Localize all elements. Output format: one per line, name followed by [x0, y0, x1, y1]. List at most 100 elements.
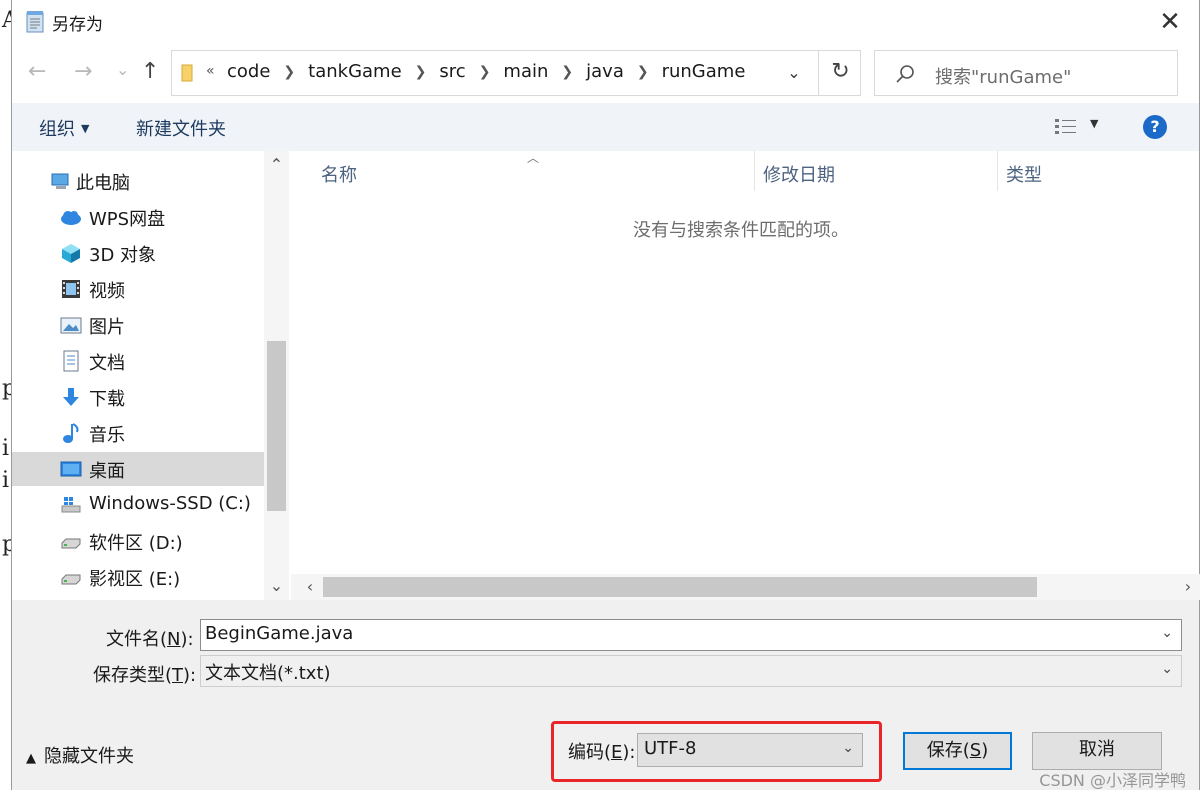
column-divider[interactable] — [997, 151, 998, 191]
breadcrumb-item[interactable]: tankGame — [308, 61, 402, 82]
save-button[interactable]: 保存(S) — [903, 732, 1012, 770]
forward-arrow-icon[interactable]: → — [74, 59, 92, 84]
hide-folders-toggle[interactable]: ▲ 隐藏文件夹 — [26, 742, 134, 768]
help-icon[interactable]: ? — [1143, 115, 1167, 139]
new-folder-button[interactable]: 新建文件夹 — [136, 115, 226, 141]
title-bar: 另存为 ✕ — [12, 0, 1199, 44]
back-arrow-icon[interactable]: ← — [28, 59, 46, 84]
dialog-title: 另存为 — [52, 15, 103, 35]
sidebar-item-music[interactable]: 音乐 — [12, 416, 264, 450]
filetype-select[interactable]: 文本文档(*.txt) ⌄ — [200, 655, 1182, 687]
column-header-type[interactable]: 类型 — [1006, 161, 1042, 187]
sidebar-item-drive-d[interactable]: 软件区 (D:) — [12, 524, 264, 558]
watermark: CSDN @小泽同学鸭 — [1039, 771, 1186, 790]
sidebar-item-wps-drive[interactable]: WPS网盘 — [12, 200, 264, 234]
sidebar-item-this-pc[interactable]: 此电脑 — [12, 164, 264, 198]
chevron-down-icon[interactable]: ⌄ — [1161, 625, 1173, 641]
recent-locations-icon[interactable]: ⌄ — [116, 60, 129, 79]
breadcrumb-item[interactable]: code — [227, 61, 270, 82]
sidebar-item-drive-e[interactable]: 影视区 (E:) — [12, 560, 264, 594]
drive-icon — [61, 538, 81, 549]
filetype-value: 文本文档(*.txt) — [205, 663, 331, 684]
folder-icon — [181, 64, 193, 82]
file-list: ︿ 名称 修改日期 类型 没有与搜索条件匹配的项。 ‹ › — [291, 151, 1200, 600]
scroll-thumb[interactable] — [323, 577, 1037, 597]
hide-folders-label: 隐藏文件夹 — [44, 746, 134, 767]
sidebar-item-documents[interactable]: 文档 — [12, 344, 264, 378]
filename-label-text: 文件名 — [106, 629, 160, 650]
address-overflow-icon[interactable]: « — [206, 63, 215, 79]
search-box[interactable]: 搜索"runGame" — [874, 50, 1178, 96]
search-icon — [896, 65, 914, 83]
save-options-panel: 文件名(N): BeginGame.java ⌄ 保存类型(T): 文本文档(*… — [12, 600, 1199, 790]
close-button[interactable]: ✕ — [1155, 8, 1185, 38]
background-char: i — [2, 436, 10, 461]
scroll-right-icon[interactable]: › — [1175, 574, 1200, 600]
sidebar-item-label: 文档 — [89, 353, 125, 374]
breadcrumb-item[interactable]: java — [586, 61, 624, 82]
cloud-icon — [61, 211, 81, 225]
background-char: i — [2, 468, 10, 493]
save-as-dialog: 另存为 ✕ ← → ⌄ ↑ « code ❯ tankGame ❯ src ❯ … — [11, 0, 1200, 790]
sidebar-item-label: 影视区 (E:) — [89, 569, 181, 590]
sidebar-item-label: 音乐 — [89, 425, 125, 446]
column-divider[interactable] — [754, 151, 755, 191]
refresh-button[interactable]: ↻ — [818, 50, 862, 96]
chevron-right-icon[interactable]: ❯ — [415, 64, 427, 80]
breadcrumb-item[interactable]: runGame — [662, 61, 746, 82]
chevron-right-icon[interactable]: ❯ — [561, 64, 573, 80]
sidebar-item-drive-c[interactable]: Windows-SSD (C:) — [12, 488, 264, 522]
breadcrumb-item[interactable]: main — [503, 61, 548, 82]
cube-icon — [62, 244, 80, 263]
chevron-down-icon[interactable]: ⌄ — [1161, 661, 1173, 677]
breadcrumb-item[interactable]: src — [439, 61, 465, 82]
scroll-thumb[interactable] — [267, 341, 286, 511]
sidebar-item-videos[interactable]: 视频 — [12, 272, 264, 306]
cancel-button[interactable]: 取消 — [1032, 732, 1162, 770]
chevron-right-icon[interactable]: ❯ — [283, 64, 295, 80]
filename-input[interactable]: BeginGame.java — [205, 623, 353, 644]
address-bar[interactable]: « code ❯ tankGame ❯ src ❯ main ❯ java ❯ … — [171, 50, 861, 96]
document-icon — [63, 350, 79, 372]
up-arrow-icon[interactable]: ↑ — [141, 59, 159, 84]
download-icon — [63, 388, 79, 406]
sidebar-item-label: 软件区 (D:) — [89, 533, 183, 554]
filename-field[interactable]: BeginGame.java ⌄ — [200, 619, 1182, 651]
sidebar-item-label: 图片 — [89, 317, 125, 338]
sidebar-item-pictures[interactable]: 图片 — [12, 308, 264, 342]
empty-message: 没有与搜索条件匹配的项。 — [633, 220, 849, 241]
save-accesskey: S — [969, 740, 982, 761]
file-list-scrollbar[interactable]: ‹ › — [291, 574, 1200, 600]
navigation-pane: 此电脑 WPS网盘 3D 对象 视频 图片 文档 下载 音乐 桌面 Window… — [12, 151, 289, 600]
chevron-right-icon[interactable]: ❯ — [479, 64, 491, 80]
nav-scrollbar[interactable]: ⌃ ⌄ — [264, 151, 289, 600]
refresh-icon: ↻ — [831, 59, 850, 84]
column-header-modified[interactable]: 修改日期 — [763, 161, 835, 187]
sidebar-item-downloads[interactable]: 下载 — [12, 380, 264, 414]
filetype-accesskey: T — [172, 665, 184, 686]
scroll-down-icon[interactable]: ⌄ — [264, 572, 289, 600]
windows-drive-icon — [61, 497, 81, 513]
command-toolbar: 组织 ▼ 新建文件夹 ▼ ? — [12, 103, 1199, 151]
column-header-name[interactable]: 名称 — [321, 161, 357, 187]
encoding-select[interactable]: UTF-8 ⌄ — [637, 733, 863, 767]
organize-menu[interactable]: 组织 ▼ — [39, 115, 89, 141]
search-input[interactable]: 搜索"runGame" — [935, 63, 1071, 89]
chevron-down-icon[interactable]: ⌄ — [842, 740, 854, 756]
sidebar-item-desktop[interactable]: 桌面 — [12, 452, 264, 486]
sidebar-item-3d-objects[interactable]: 3D 对象 — [12, 236, 264, 270]
encoding-accesskey: E — [611, 742, 623, 763]
sidebar-item-label: 桌面 — [89, 461, 125, 482]
sort-ascending-icon: ︿ — [527, 151, 540, 165]
view-options-icon[interactable] — [1054, 117, 1078, 137]
encoding-label: 编码(E): — [568, 742, 636, 763]
view-dropdown-icon[interactable]: ▼ — [1090, 117, 1098, 130]
scroll-up-icon[interactable]: ⌃ — [264, 151, 289, 179]
chevron-down-icon[interactable]: ⌄ — [772, 51, 816, 95]
sidebar-item-label: 此电脑 — [76, 173, 130, 194]
sidebar-item-label: Windows-SSD (C:) — [89, 493, 251, 514]
chevron-right-icon[interactable]: ❯ — [637, 64, 649, 80]
encoding-value: UTF-8 — [644, 738, 697, 759]
picture-icon — [60, 317, 82, 334]
scroll-left-icon[interactable]: ‹ — [297, 574, 323, 600]
